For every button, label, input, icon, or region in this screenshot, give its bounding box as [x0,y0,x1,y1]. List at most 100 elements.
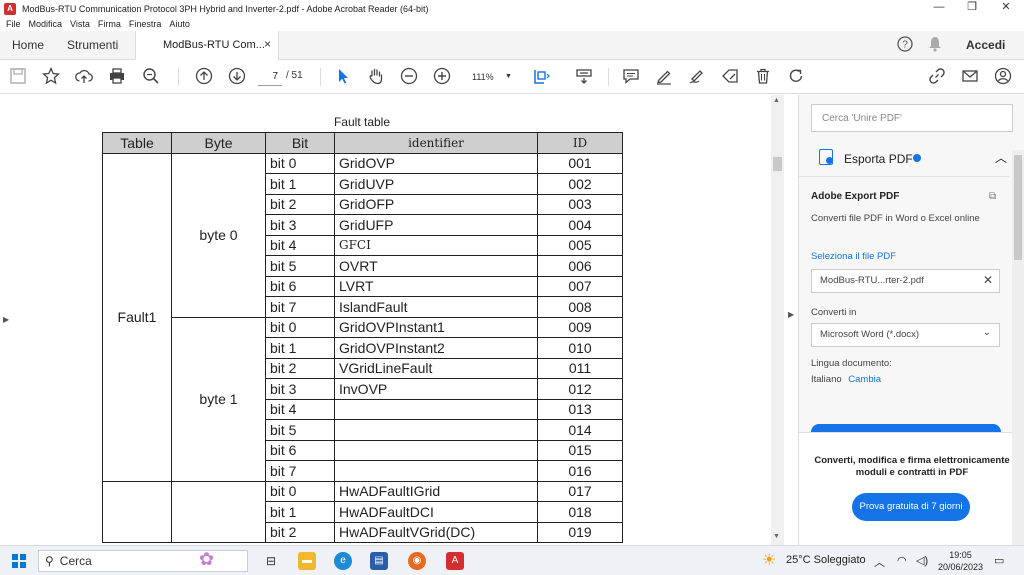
tab-home[interactable]: Home [12,38,44,52]
panel-scrollbar[interactable] [1012,150,1024,545]
file-explorer-icon[interactable]: ▬ [298,552,316,570]
menu-aiuto[interactable]: Aiuto [169,19,190,29]
zoom-out-icon[interactable] [399,67,419,87]
copy-icon[interactable]: ⧉ [989,191,996,202]
menu-file[interactable]: File [6,19,21,29]
next-page-icon[interactable] [227,67,247,87]
email-icon[interactable] [960,67,980,87]
document-language-label: Lingua documento: [811,358,892,369]
zoom-level-select[interactable]: 111% ▼ [462,68,518,86]
scrollbar-thumb[interactable] [773,157,782,171]
scroll-mode-icon[interactable] [574,67,594,87]
taskbar-search-box[interactable]: ⚲ Cerca ✿ [38,549,248,572]
acrobat-taskbar-icon[interactable]: A [446,552,464,570]
document-scrollbar[interactable]: ▲ ▼ [771,95,784,545]
toolbar-divider [608,68,609,86]
tab-tools[interactable]: Strumenti [67,38,118,52]
bit-cell: bit 3 [265,214,335,236]
minimize-button[interactable]: — [922,0,956,17]
promo-line: Converti, modifica e firma elettronicame… [814,455,1010,466]
rotate-icon[interactable] [786,67,806,87]
weather-text[interactable]: 25°C Soleggiato [786,554,866,566]
tray-chevron-up-icon[interactable]: ︿ [874,554,885,570]
menu-vista[interactable]: Vista [70,19,90,29]
chevron-up-icon[interactable]: ︿ [995,149,1007,166]
menu-finestra[interactable]: Finestra [129,19,162,29]
close-window-button[interactable]: ✕ [989,0,1023,17]
promo-section [799,432,1024,545]
convert-button-partial[interactable] [811,424,1001,432]
system-clock[interactable]: 19:05 20/06/2023 [938,549,983,573]
left-panel-toggle-icon[interactable]: ▶ [3,315,9,324]
menu-modifica[interactable]: Modifica [29,19,63,29]
menu-firma[interactable]: Firma [98,19,121,29]
scroll-down-icon[interactable]: ▼ [773,533,780,540]
zoom-in-icon[interactable] [432,67,452,87]
id-cell: 014 [537,419,623,441]
maximize-button[interactable]: ❐ [955,0,989,17]
tab-document[interactable]: ModBus-RTU Com... × [135,31,279,60]
notifications-icon[interactable]: ▭ [994,554,1004,567]
change-language-link[interactable]: Cambia [848,374,881,385]
signin-button[interactable]: Accedi [966,38,1005,52]
header-byte: Byte [171,132,266,154]
right-panel-toggle-icon[interactable]: ▶ [788,310,794,319]
close-tab-icon[interactable]: × [264,37,271,51]
taskbar-search-label: Cerca [59,554,92,568]
convert-format-value: Microsoft Word (*.docx) [820,329,920,340]
previous-page-icon[interactable] [194,67,214,87]
highlight-pen-icon[interactable] [654,67,674,87]
volume-icon[interactable]: ◁) [916,554,928,567]
comment-icon[interactable] [621,67,641,87]
edge-browser-icon[interactable]: e [334,552,352,570]
chevron-down-icon: ▼ [505,73,512,80]
bit-cell: bit 5 [265,419,335,441]
page-number-input[interactable]: 7 [258,68,282,86]
clear-file-icon[interactable]: ✕ [983,273,993,287]
firefox-icon[interactable]: ◉ [408,552,426,570]
user-share-icon[interactable] [993,67,1013,87]
print-icon[interactable] [107,67,127,87]
store-icon[interactable]: ▤ [370,552,388,570]
tool-search-input[interactable]: Cerca 'Unire PDF' [811,104,1013,132]
bookmark-star-icon[interactable] [41,66,61,87]
fill-sign-icon[interactable] [720,67,740,87]
header-table: Table [102,132,172,154]
identifier-cell: InvOVP [334,378,538,400]
upload-cloud-icon[interactable] [74,67,94,87]
panel-divider [799,176,1009,177]
id-cell: 018 [537,501,623,523]
convert-format-select[interactable]: Microsoft Word (*.docx) ⌄ [811,323,1000,347]
bit-cell: bit 1 [265,337,335,359]
notification-bell-icon[interactable] [928,36,942,55]
export-pdf-header[interactable]: Esporta PDF ︿ [811,147,1013,171]
wifi-icon[interactable]: ◠ [897,554,907,567]
id-cell: 001 [537,152,623,174]
scroll-up-icon[interactable]: ▲ [773,97,780,104]
page-fit-icon[interactable] [532,67,552,87]
help-icon[interactable]: ? [897,36,913,55]
delete-trash-icon[interactable] [753,67,773,87]
table-group-cell: Fault1 [102,152,172,482]
identifier-cell [334,419,538,441]
table-group-cell-empty [102,480,172,543]
search-icon: ⚲ [45,554,54,568]
windows-start-icon[interactable] [12,554,26,568]
bit-cell: bit 1 [265,501,335,523]
panel-scrollbar-thumb[interactable] [1014,155,1022,260]
share-link-icon[interactable] [927,67,947,87]
table-row: bit 0 HwADFaultIGrid 017 [102,480,623,543]
zoom-search-icon[interactable] [141,67,161,87]
draw-icon[interactable] [687,67,707,87]
identifier-cell: OVRT [334,255,538,277]
select-cursor-icon[interactable] [333,67,353,87]
info-dot-icon [913,154,921,162]
chevron-down-icon: ⌄ [982,327,991,338]
selected-file-field[interactable]: ModBus-RTU...rter-2.pdf ✕ [811,269,1000,293]
free-trial-button[interactable]: Prova gratuita di 7 giorni [852,493,970,521]
hand-tool-icon[interactable] [366,67,386,87]
promo-text: Converti, modifica e firma elettronicame… [799,455,1024,479]
select-file-link[interactable]: Seleziona il file PDF [811,251,896,262]
save-icon[interactable] [8,67,28,87]
task-view-icon[interactable]: ⊟ [262,552,280,570]
